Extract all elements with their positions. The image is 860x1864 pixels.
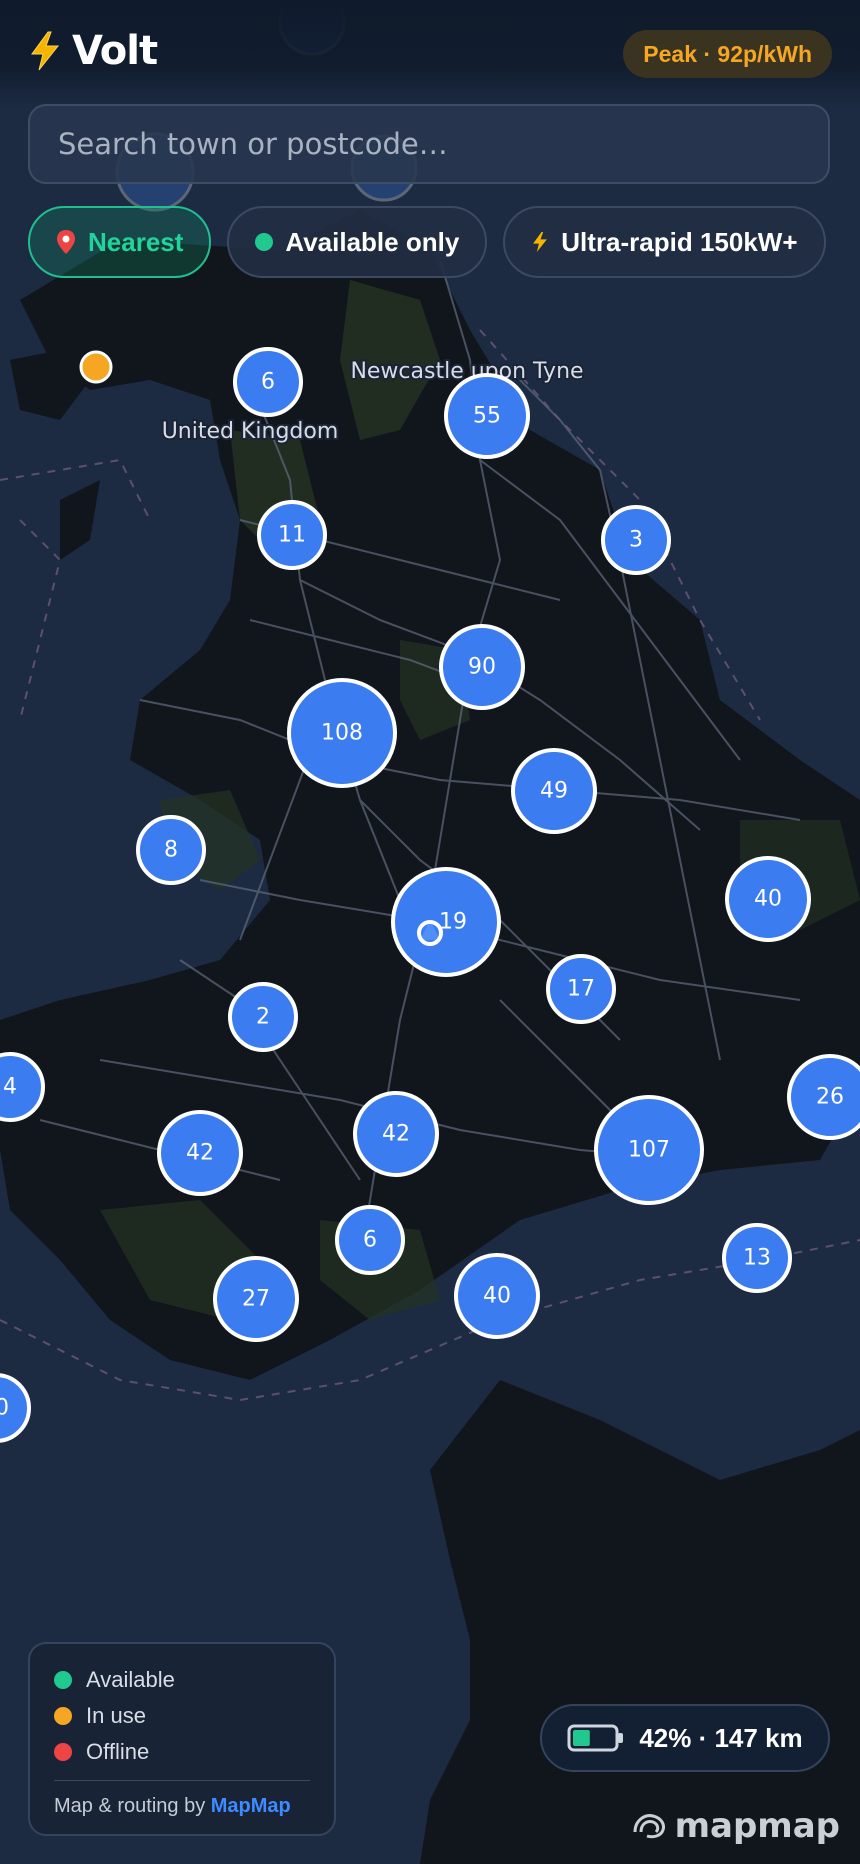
cluster-marker[interactable]: 107: [594, 1095, 704, 1205]
pin-icon: [57, 230, 75, 254]
bolt-icon: [31, 31, 60, 71]
cluster-marker[interactable]: 8: [136, 815, 206, 885]
map[interactable]: Newcastle upon Tyne United Kingdom 6 55 …: [0, 0, 860, 1864]
cluster-count: 3: [629, 528, 643, 553]
legend-label: Offline: [86, 1739, 150, 1764]
brand: Volt: [28, 28, 158, 74]
search-input[interactable]: [28, 104, 830, 184]
legend-label: In use: [86, 1703, 146, 1728]
cluster-count: 19: [439, 910, 467, 935]
cluster-count: 40: [483, 1284, 511, 1309]
cluster-marker[interactable]: 49: [511, 748, 597, 834]
cluster-count: 107: [628, 1138, 670, 1163]
cluster-marker[interactable]: 6: [233, 347, 303, 417]
cluster-marker[interactable]: 55: [444, 373, 530, 459]
filter-chips: Nearest Available only Ultra-rapid 150kW…: [28, 206, 826, 278]
logo-text: mapmap: [674, 1806, 840, 1846]
mapmap-logo-icon: [633, 1814, 665, 1839]
cluster-marker[interactable]: 2: [228, 982, 298, 1052]
cluster-marker[interactable]: 90: [439, 624, 525, 710]
cluster-count: 6: [261, 370, 275, 395]
battery-icon: [567, 1724, 624, 1752]
in-use-station-marker[interactable]: [79, 350, 113, 384]
battery-text: 42% · 147 km: [639, 1722, 803, 1753]
cluster-marker[interactable]: 6: [335, 1205, 405, 1275]
cluster-count: 8: [164, 838, 178, 863]
country-label: United Kingdom: [162, 419, 339, 444]
filter-label: Nearest: [88, 226, 184, 257]
cluster-count: 40: [754, 887, 782, 912]
credit-prefix: Map & routing by: [54, 1795, 206, 1817]
cluster-marker[interactable]: 13: [722, 1223, 792, 1293]
cluster-count: 11: [278, 523, 306, 548]
battery-status[interactable]: 42% · 147 km: [540, 1704, 830, 1772]
available-dot-icon: [54, 1671, 72, 1689]
cluster-count: 49: [540, 779, 568, 804]
cluster-count: 108: [321, 721, 363, 746]
cluster-count: 13: [743, 1246, 771, 1271]
cluster-count: 4: [3, 1075, 17, 1100]
cluster-marker[interactable]: 26: [787, 1054, 860, 1140]
cluster-count: 0: [0, 1396, 9, 1421]
cluster-count: 2: [256, 1005, 270, 1030]
filter-available-only[interactable]: Available only: [227, 206, 488, 278]
legend-item: Available: [54, 1662, 310, 1698]
green-dot-icon: [255, 233, 274, 251]
cluster-count: 26: [816, 1085, 844, 1110]
peak-price-badge: Peak · 92p/kWh: [623, 30, 832, 78]
cluster-marker[interactable]: 40: [725, 856, 811, 942]
cluster-count: 27: [242, 1287, 270, 1312]
filter-ultra-rapid[interactable]: Ultra-rapid 150kW+: [503, 206, 826, 278]
offline-dot-icon: [54, 1743, 72, 1761]
filter-label: Ultra-rapid 150kW+: [561, 226, 798, 257]
cluster-count: 42: [382, 1122, 410, 1147]
filter-nearest[interactable]: Nearest: [28, 206, 212, 278]
bolt-icon: [533, 231, 548, 253]
cluster-count: 42: [186, 1141, 214, 1166]
legend-item: In use: [54, 1698, 310, 1734]
cluster-marker[interactable]: 27: [213, 1256, 299, 1342]
mapmap-link[interactable]: MapMap: [211, 1795, 291, 1817]
cluster-count: 6: [363, 1228, 377, 1253]
map-legend: Available In use Offline Map & routing b…: [28, 1642, 336, 1836]
cluster-count: 55: [473, 404, 501, 429]
legend-divider: [54, 1780, 310, 1781]
legend-label: Available: [86, 1667, 175, 1692]
cluster-count: 90: [468, 655, 496, 680]
cluster-marker[interactable]: 42: [157, 1110, 243, 1196]
app-name: Volt: [72, 28, 158, 74]
cluster-marker[interactable]: 40: [454, 1253, 540, 1339]
cluster-count: 17: [567, 977, 595, 1002]
cluster-marker[interactable]: 42: [353, 1091, 439, 1177]
cluster-marker[interactable]: 11: [257, 500, 327, 570]
cluster-marker[interactable]: 3: [601, 505, 671, 575]
cluster-marker[interactable]: 19: [391, 867, 501, 977]
in-use-dot-icon: [54, 1707, 72, 1725]
cluster-marker[interactable]: 108: [287, 678, 397, 788]
legend-item: Offline: [54, 1734, 310, 1770]
cluster-marker[interactable]: 17: [546, 954, 616, 1024]
map-credit: Map & routing by MapMap: [54, 1795, 310, 1818]
filter-label: Available only: [285, 226, 460, 257]
mapmap-logo: mapmap: [631, 1806, 840, 1846]
